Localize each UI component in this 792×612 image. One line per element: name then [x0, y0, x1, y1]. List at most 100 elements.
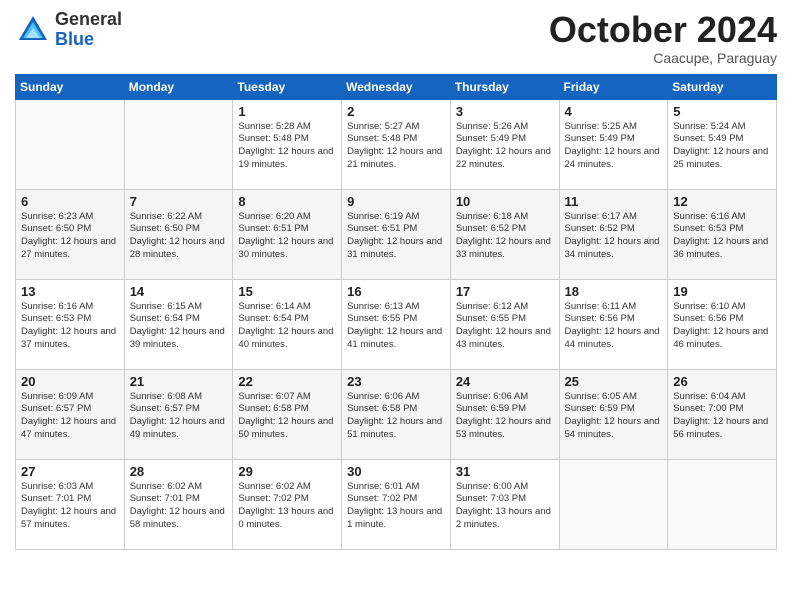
- month-title: October 2024: [549, 10, 777, 50]
- day-info: Sunrise: 6:06 AM Sunset: 6:59 PM Dayligh…: [456, 391, 554, 442]
- day-number: 4: [565, 104, 663, 119]
- day-info: Sunrise: 6:14 AM Sunset: 6:54 PM Dayligh…: [238, 301, 336, 352]
- week-row-5: 27Sunrise: 6:03 AM Sunset: 7:01 PM Dayli…: [16, 459, 777, 549]
- calendar-cell: [16, 99, 125, 189]
- day-info: Sunrise: 6:13 AM Sunset: 6:55 PM Dayligh…: [347, 301, 445, 352]
- week-row-2: 6 Sunrise: 6:23 AM Sunset: 6:50 PM Daylig…: [16, 189, 777, 279]
- logo-icon: [15, 12, 51, 48]
- day-number: 10: [456, 194, 554, 209]
- day-number: 11: [565, 194, 663, 209]
- day-number: 19: [673, 284, 771, 299]
- day-info: Sunrise: 6:16 AM Sunset: 6:53 PM Dayligh…: [673, 211, 771, 262]
- calendar-cell: 1Sunrise: 5:28 AM Sunset: 5:48 PM Daylig…: [233, 99, 342, 189]
- day-info: Sunrise: 6:02 AM Sunset: 7:02 PM Dayligh…: [238, 481, 336, 532]
- day-number: 2: [347, 104, 445, 119]
- week-row-1: 1Sunrise: 5:28 AM Sunset: 5:48 PM Daylig…: [16, 99, 777, 189]
- logo: General Blue: [15, 10, 122, 50]
- calendar-cell: 26 Sunrise: 6:04 AM Sunset: 7:00 PM Dayli…: [668, 369, 777, 459]
- day-info: Sunrise: 6:04 AM Sunset: 7:00 PM Dayligh…: [673, 391, 771, 442]
- day-info: Sunrise: 5:28 AM Sunset: 5:48 PM Dayligh…: [238, 121, 336, 172]
- calendar-cell: 16 Sunrise: 6:13 AM Sunset: 6:55 PM Dayli…: [342, 279, 451, 369]
- calendar-cell: 15 Sunrise: 6:14 AM Sunset: 6:54 PM Dayli…: [233, 279, 342, 369]
- calendar-cell: 5Sunrise: 5:24 AM Sunset: 5:49 PM Daylig…: [668, 99, 777, 189]
- day-number: 5: [673, 104, 771, 119]
- day-info: Sunrise: 5:26 AM Sunset: 5:49 PM Dayligh…: [456, 121, 554, 172]
- day-number: 17: [456, 284, 554, 299]
- day-info: Sunrise: 5:27 AM Sunset: 5:48 PM Dayligh…: [347, 121, 445, 172]
- calendar-cell: 9 Sunrise: 6:19 AM Sunset: 6:51 PM Daylig…: [342, 189, 451, 279]
- title-block: October 2024 Caacupe, Paraguay: [549, 10, 777, 66]
- day-number: 31: [456, 464, 554, 479]
- calendar-cell: 4 Sunrise: 5:25 AM Sunset: 5:49 PM Daylig…: [559, 99, 668, 189]
- calendar-cell: 23 Sunrise: 6:06 AM Sunset: 6:58 PM Dayli…: [342, 369, 451, 459]
- calendar-cell: 24Sunrise: 6:06 AM Sunset: 6:59 PM Dayli…: [450, 369, 559, 459]
- calendar-cell: 25 Sunrise: 6:05 AM Sunset: 6:59 PM Dayli…: [559, 369, 668, 459]
- calendar-cell: 6 Sunrise: 6:23 AM Sunset: 6:50 PM Daylig…: [16, 189, 125, 279]
- day-info: Sunrise: 6:03 AM Sunset: 7:01 PM Dayligh…: [21, 481, 119, 532]
- day-info: Sunrise: 6:23 AM Sunset: 6:50 PM Dayligh…: [21, 211, 119, 262]
- calendar-cell: 30Sunrise: 6:01 AM Sunset: 7:02 PM Dayli…: [342, 459, 451, 549]
- day-info: Sunrise: 6:07 AM Sunset: 6:58 PM Dayligh…: [238, 391, 336, 442]
- calendar-cell: 28 Sunrise: 6:02 AM Sunset: 7:01 PM Dayli…: [124, 459, 233, 549]
- calendar-cell: [124, 99, 233, 189]
- calendar-cell: 13 Sunrise: 6:16 AM Sunset: 6:53 PM Dayli…: [16, 279, 125, 369]
- header: General Blue October 2024 Caacupe, Parag…: [15, 10, 777, 66]
- day-info: Sunrise: 6:11 AM Sunset: 6:56 PM Dayligh…: [565, 301, 663, 352]
- calendar-cell: 7Sunrise: 6:22 AM Sunset: 6:50 PM Daylig…: [124, 189, 233, 279]
- day-info: Sunrise: 6:06 AM Sunset: 6:58 PM Dayligh…: [347, 391, 445, 442]
- calendar-cell: 18 Sunrise: 6:11 AM Sunset: 6:56 PM Dayli…: [559, 279, 668, 369]
- calendar-cell: 19 Sunrise: 6:10 AM Sunset: 6:56 PM Dayli…: [668, 279, 777, 369]
- day-number: 23: [347, 374, 445, 389]
- calendar-cell: 12 Sunrise: 6:16 AM Sunset: 6:53 PM Dayli…: [668, 189, 777, 279]
- day-info: Sunrise: 6:12 AM Sunset: 6:55 PM Dayligh…: [456, 301, 554, 352]
- day-info: Sunrise: 6:16 AM Sunset: 6:53 PM Dayligh…: [21, 301, 119, 352]
- day-info: Sunrise: 6:02 AM Sunset: 7:01 PM Dayligh…: [130, 481, 228, 532]
- calendar-table: Sunday Monday Tuesday Wednesday Thursday…: [15, 74, 777, 550]
- week-row-3: 13 Sunrise: 6:16 AM Sunset: 6:53 PM Dayli…: [16, 279, 777, 369]
- day-number: 9: [347, 194, 445, 209]
- col-sunday: Sunday: [16, 74, 125, 99]
- day-number: 26: [673, 374, 771, 389]
- day-info: Sunrise: 6:18 AM Sunset: 6:52 PM Dayligh…: [456, 211, 554, 262]
- day-info: Sunrise: 6:05 AM Sunset: 6:59 PM Dayligh…: [565, 391, 663, 442]
- day-number: 8: [238, 194, 336, 209]
- calendar-cell: [668, 459, 777, 549]
- day-number: 15: [238, 284, 336, 299]
- calendar-cell: 11 Sunrise: 6:17 AM Sunset: 6:52 PM Dayli…: [559, 189, 668, 279]
- week-row-4: 20 Sunrise: 6:09 AM Sunset: 6:57 PM Dayli…: [16, 369, 777, 459]
- col-wednesday: Wednesday: [342, 74, 451, 99]
- col-saturday: Saturday: [668, 74, 777, 99]
- page-container: General Blue October 2024 Caacupe, Parag…: [0, 0, 792, 560]
- day-number: 22: [238, 374, 336, 389]
- day-number: 16: [347, 284, 445, 299]
- logo-general: General: [55, 10, 122, 30]
- day-info: Sunrise: 6:10 AM Sunset: 6:56 PM Dayligh…: [673, 301, 771, 352]
- day-info: Sunrise: 6:17 AM Sunset: 6:52 PM Dayligh…: [565, 211, 663, 262]
- col-thursday: Thursday: [450, 74, 559, 99]
- calendar-cell: 29Sunrise: 6:02 AM Sunset: 7:02 PM Dayli…: [233, 459, 342, 549]
- day-info: Sunrise: 6:00 AM Sunset: 7:03 PM Dayligh…: [456, 481, 554, 532]
- calendar-cell: 10 Sunrise: 6:18 AM Sunset: 6:52 PM Dayli…: [450, 189, 559, 279]
- col-tuesday: Tuesday: [233, 74, 342, 99]
- day-number: 12: [673, 194, 771, 209]
- calendar-cell: 20 Sunrise: 6:09 AM Sunset: 6:57 PM Dayli…: [16, 369, 125, 459]
- col-monday: Monday: [124, 74, 233, 99]
- calendar-cell: 8Sunrise: 6:20 AM Sunset: 6:51 PM Daylig…: [233, 189, 342, 279]
- day-info: Sunrise: 6:19 AM Sunset: 6:51 PM Dayligh…: [347, 211, 445, 262]
- day-number: 25: [565, 374, 663, 389]
- day-number: 20: [21, 374, 119, 389]
- calendar-cell: 27Sunrise: 6:03 AM Sunset: 7:01 PM Dayli…: [16, 459, 125, 549]
- day-number: 18: [565, 284, 663, 299]
- day-number: 21: [130, 374, 228, 389]
- day-number: 6: [21, 194, 119, 209]
- day-info: Sunrise: 6:09 AM Sunset: 6:57 PM Dayligh…: [21, 391, 119, 442]
- header-row: Sunday Monday Tuesday Wednesday Thursday…: [16, 74, 777, 99]
- day-number: 3: [456, 104, 554, 119]
- day-number: 28: [130, 464, 228, 479]
- col-friday: Friday: [559, 74, 668, 99]
- location: Caacupe, Paraguay: [549, 50, 777, 66]
- day-info: Sunrise: 5:25 AM Sunset: 5:49 PM Dayligh…: [565, 121, 663, 172]
- calendar-cell: 31 Sunrise: 6:00 AM Sunset: 7:03 PM Dayli…: [450, 459, 559, 549]
- calendar-cell: 14Sunrise: 6:15 AM Sunset: 6:54 PM Dayli…: [124, 279, 233, 369]
- day-number: 13: [21, 284, 119, 299]
